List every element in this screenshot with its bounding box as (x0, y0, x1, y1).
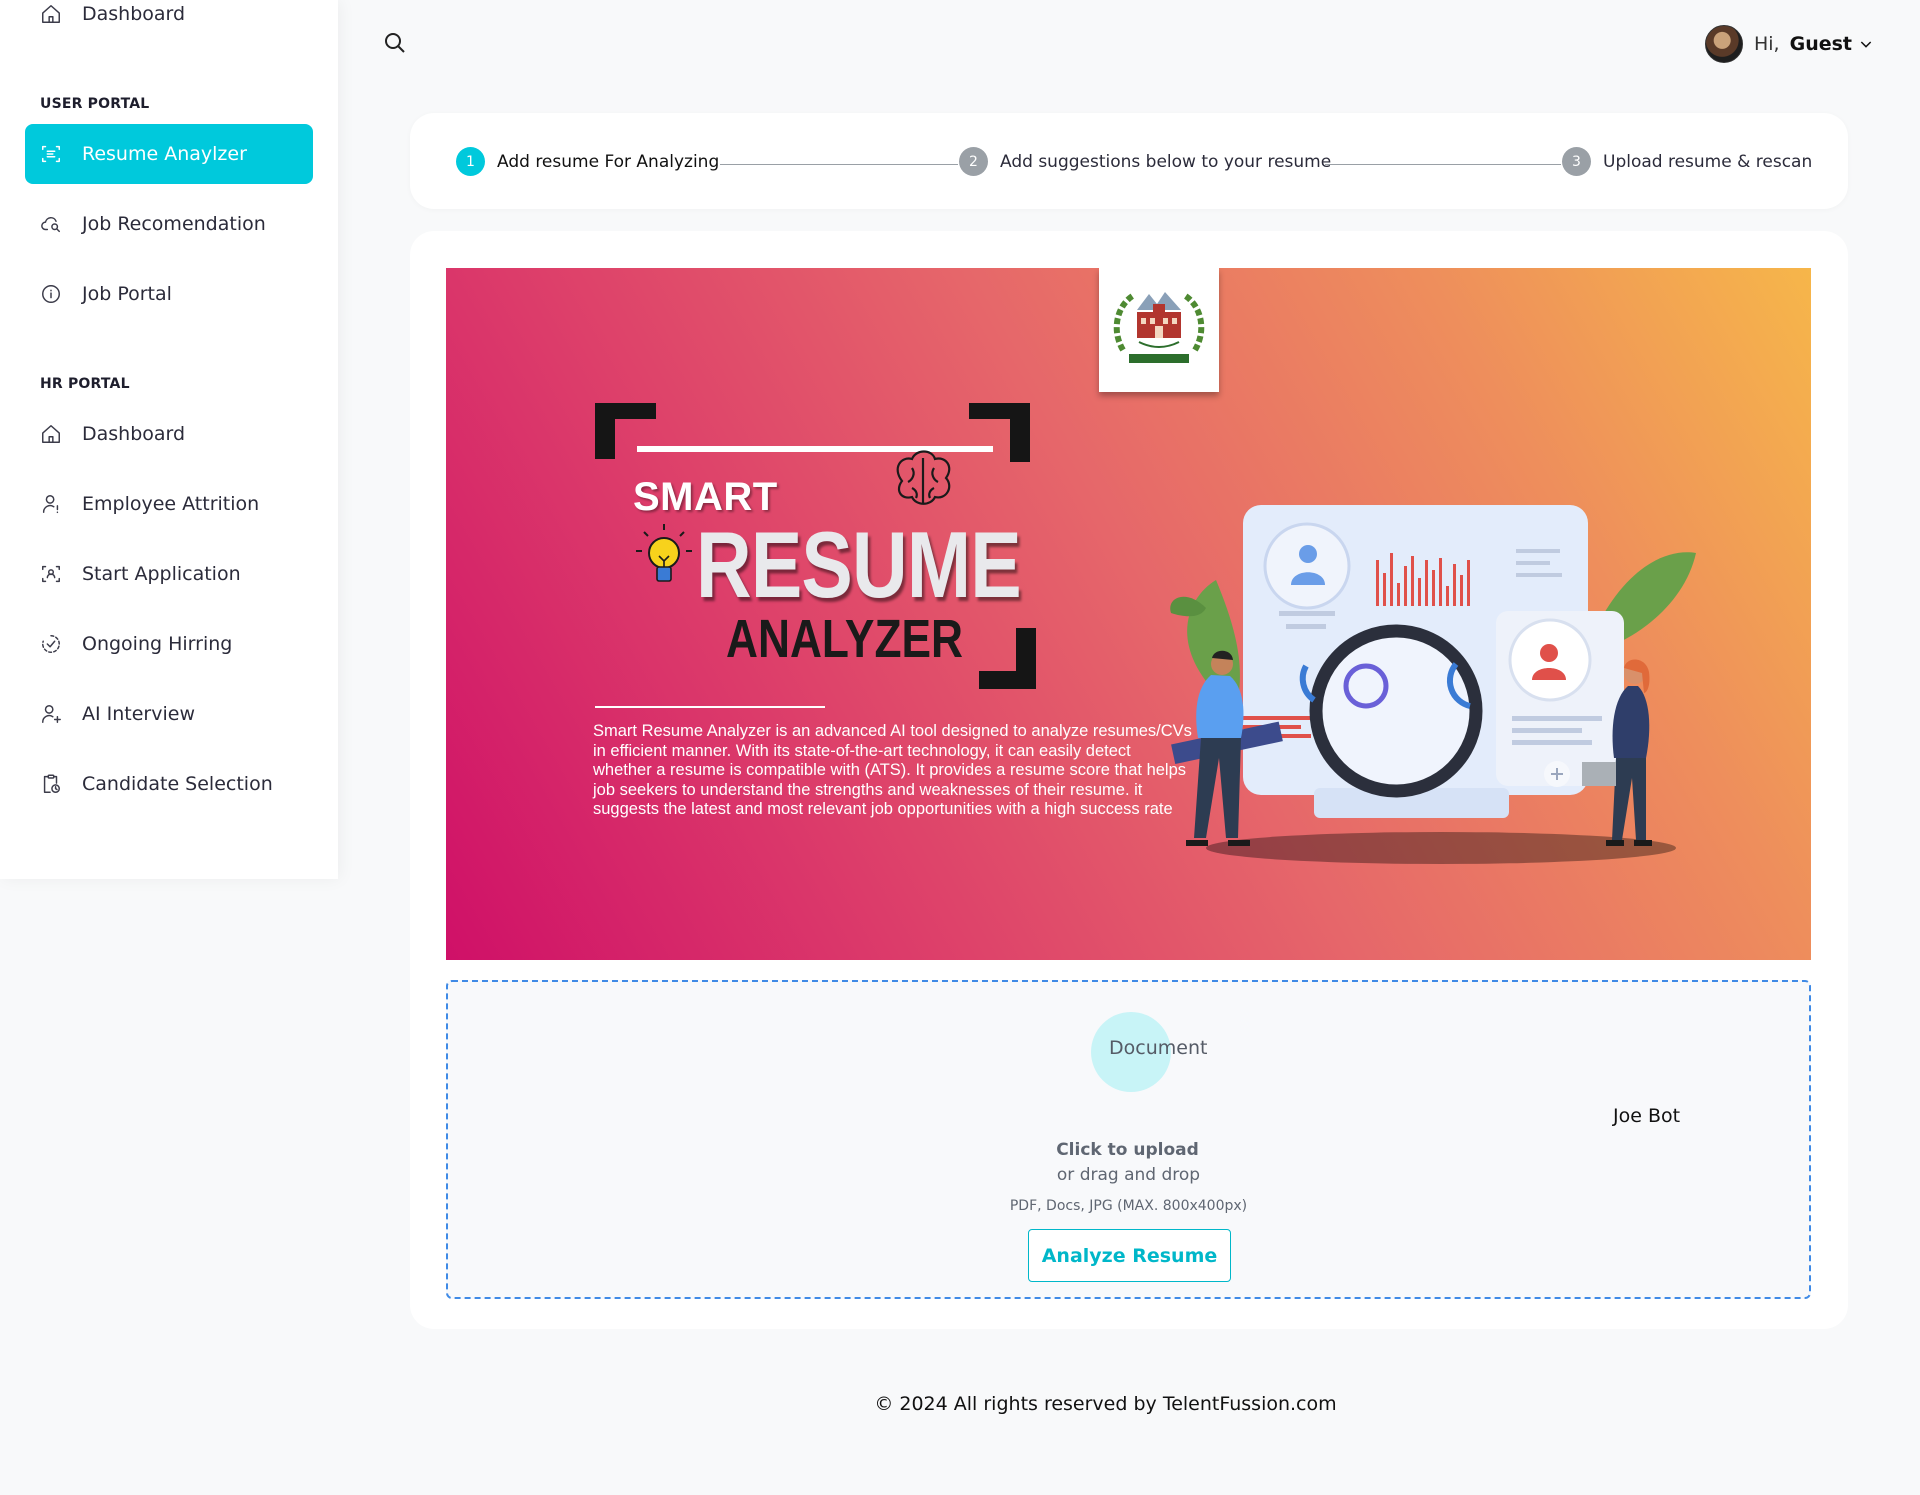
hr-portal-heading: HR PORTAL (40, 376, 130, 392)
user-add-icon (40, 703, 62, 725)
username: Guest (1789, 33, 1852, 55)
sidebar-item-ongoing-hiring[interactable]: Ongoing Hirring (25, 614, 313, 674)
step-label: Upload resume & rescan (1603, 151, 1813, 172)
sidebar-item-label: Start Application (82, 563, 241, 585)
step-1: 1 Add resume For Analyzing (456, 147, 719, 176)
face-scan-icon (40, 563, 62, 585)
document-label: Document (1109, 1037, 1208, 1059)
analyze-resume-button[interactable]: Analyze Resume (1028, 1229, 1231, 1282)
step-3: 3 Upload resume & rescan (1562, 147, 1812, 176)
sidebar-item-label: Dashboard (82, 3, 186, 25)
step-number: 1 (456, 147, 485, 176)
step-label: Add resume For Analyzing (497, 151, 720, 172)
sidebar-item-dashboard-top[interactable]: Dashboard (25, 0, 313, 44)
joe-bot-label[interactable]: Joe Bot (1613, 1105, 1680, 1127)
sidebar-item-label: Resume Anaylzer (82, 143, 247, 165)
sidebar-item-label: Ongoing Hirring (82, 633, 233, 655)
sidebar-item-ai-interview[interactable]: AI Interview (25, 684, 313, 744)
home-icon (40, 423, 62, 445)
sidebar-item-label: Dashboard (82, 423, 186, 445)
chevron-down-icon (1860, 41, 1872, 48)
university-seal-logo (1099, 268, 1219, 392)
sidebar-item-label: Candidate Selection (82, 773, 273, 795)
file-format-hint: PDF, Docs, JPG (MAX. 800x400px) (1009, 1198, 1248, 1214)
greeting-text: Hi, (1753, 33, 1780, 55)
footer-copyright: © 2024 All rights reserved by TelentFuss… (874, 1393, 1337, 1415)
hero-banner: SMART RESUME ANALYZER Smart Resume Analy… (446, 268, 1811, 960)
step-2: 2 Add suggestions below to your resume (959, 147, 1331, 176)
sidebar-item-start-application[interactable]: Start Application (25, 544, 313, 604)
step-number: 2 (959, 147, 988, 176)
sidebar-item-label: Job Recomendation (82, 213, 266, 235)
home-icon (40, 3, 62, 25)
search-icon (385, 33, 405, 53)
sidebar-item-hr-dashboard[interactable]: Dashboard (25, 404, 313, 464)
drag-drop-text: or drag and drop (1056, 1165, 1201, 1185)
step-connector (1325, 164, 1561, 165)
sidebar-item-label: Job Portal (82, 283, 172, 305)
info-icon (40, 283, 62, 305)
sidebar-item-label: Employee Attrition (82, 493, 260, 515)
banner-description: Smart Resume Analyzer is an advanced AI … (593, 722, 1192, 819)
resume-scan-icon (40, 143, 62, 165)
sidebar-item-job-recommendation[interactable]: Job Recomendation (25, 194, 313, 254)
step-label: Add suggestions below to your resume (1000, 151, 1332, 172)
banner-divider (595, 706, 825, 708)
user-alert-icon (40, 493, 62, 515)
banner-title-resume: RESUME (696, 512, 1022, 617)
sidebar-item-resume-analyzer[interactable]: Resume Anaylzer (25, 124, 313, 184)
user-menu[interactable]: Hi, Guest (1704, 25, 1874, 63)
step-number: 3 (1562, 147, 1591, 176)
sidebar-item-employee-attrition[interactable]: Employee Attrition (25, 474, 313, 534)
search-button[interactable] (383, 31, 409, 57)
sidebar-item-candidate-selection[interactable]: Candidate Selection (25, 754, 313, 814)
cloud-search-icon (40, 213, 62, 235)
sidebar: Dashboard USER PORTAL Resume Anaylzer Jo… (0, 0, 338, 879)
banner-title-analyzer: ANALYZER (726, 609, 964, 669)
sidebar-item-label: AI Interview (82, 703, 195, 725)
click-to-upload-text[interactable]: Click to upload (448, 1140, 1809, 1160)
resume-upload-dropzone[interactable]: Document Joe Bot Click to upload or drag… (446, 980, 1811, 1299)
user-portal-heading: USER PORTAL (40, 96, 150, 112)
progress-stepper: 1 Add resume For Analyzing 2 Add suggest… (410, 113, 1848, 209)
step-connector (720, 164, 958, 165)
progress-check-icon (40, 633, 62, 655)
sidebar-item-job-portal[interactable]: Job Portal (25, 264, 313, 324)
clipboard-clock-icon (40, 773, 62, 795)
avatar (1704, 25, 1743, 63)
